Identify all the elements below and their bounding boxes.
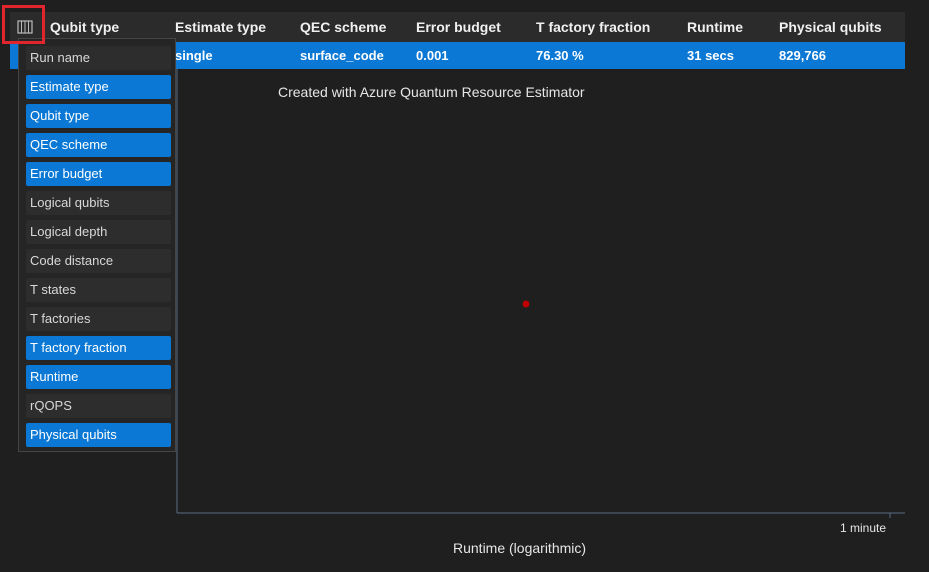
menu-item-qec-scheme[interactable]: QEC scheme xyxy=(26,133,171,157)
menu-item-label: Logical depth xyxy=(30,224,108,239)
menu-item-t-states[interactable]: T states xyxy=(26,278,171,302)
menu-item-label: Code distance xyxy=(30,253,114,268)
menu-item-rqops[interactable]: rQOPS xyxy=(26,394,171,418)
menu-item-label: T factories xyxy=(30,311,91,326)
highlight-annotation xyxy=(2,5,45,44)
menu-item-t-factory-fraction[interactable]: T factory fraction xyxy=(26,336,171,360)
menu-item-label: QEC scheme xyxy=(30,137,108,152)
menu-item-label: rQOPS xyxy=(30,398,72,413)
menu-item-error-budget[interactable]: Error budget xyxy=(26,162,171,186)
menu-item-label: T states xyxy=(30,282,77,297)
menu-item-runtime[interactable]: Runtime xyxy=(26,365,171,389)
menu-item-estimate-type[interactable]: Estimate type xyxy=(26,75,171,99)
menu-item-logical-qubits[interactable]: Logical qubits xyxy=(26,191,171,215)
data-point[interactable] xyxy=(522,300,530,308)
menu-item-label: Estimate type xyxy=(30,79,109,94)
menu-item-label: T factory fraction xyxy=(30,340,127,355)
menu-item-label: Physical qubits xyxy=(30,427,117,442)
menu-item-label: Error budget xyxy=(30,166,103,181)
menu-item-code-distance[interactable]: Code distance xyxy=(26,249,171,273)
menu-item-label: Runtime xyxy=(30,369,79,384)
x-axis-label: Runtime (logarithmic) xyxy=(453,540,587,556)
menu-item-logical-depth[interactable]: Logical depth xyxy=(26,220,171,244)
menu-item-t-factories[interactable]: T factories xyxy=(26,307,171,331)
menu-item-label: Logical qubits xyxy=(30,195,110,210)
menu-item-physical-qubits[interactable]: Physical qubits xyxy=(26,423,171,447)
x-tick-label: 1 minute xyxy=(840,521,887,535)
menu-item-label: Run name xyxy=(30,50,90,65)
column-chooser-menu: Run name Estimate type Qubit type QEC sc… xyxy=(18,38,176,452)
menu-item-qubit-type[interactable]: Qubit type xyxy=(26,104,171,128)
menu-item-label: Qubit type xyxy=(30,108,90,123)
menu-item-run-name[interactable]: Run name xyxy=(26,46,171,70)
